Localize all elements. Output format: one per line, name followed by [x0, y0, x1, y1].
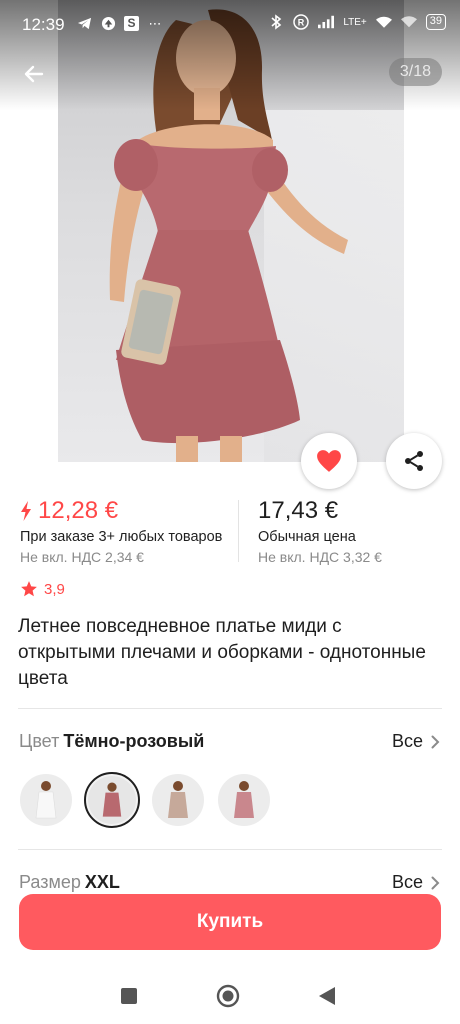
buy-button[interactable]: Купить [19, 894, 441, 950]
size-all-link[interactable]: Все [392, 872, 440, 893]
s-app-icon: S [124, 15, 139, 31]
wifi-secondary-icon [400, 14, 417, 30]
divider [18, 708, 442, 709]
roaming-icon: R [293, 14, 310, 30]
status-time: 12:39 [22, 15, 65, 34]
bluetooth-icon [268, 14, 284, 30]
color-swatches [18, 772, 272, 828]
more-notifications-icon: ⋯ [148, 15, 162, 31]
promo-condition: При заказе 3+ любых товаров [20, 529, 223, 545]
recent-apps-button[interactable] [117, 984, 141, 1008]
promo-vat: Не вкл. НДС 2,34 € [20, 549, 144, 565]
favorite-button[interactable] [301, 433, 357, 489]
regular-price: 17,43 € [258, 497, 339, 524]
svg-text:R: R [298, 18, 305, 28]
color-option-row[interactable]: Цвет Тёмно-розовый Все [0, 727, 460, 759]
swatch-thumbnail [88, 776, 136, 824]
star-icon [21, 581, 37, 597]
swatch-thumbnail [20, 774, 72, 826]
color-all-label: Все [391, 731, 423, 751]
regular-price-block: 17,43 € Обычная цена Не вкл. НДС 3,32 € [258, 496, 382, 567]
price-divider [238, 500, 239, 562]
signal-icon [318, 14, 335, 30]
swatch-thumbnail [218, 774, 270, 826]
product-title: Летнее повседневное платье миди с открыт… [18, 616, 426, 689]
size-value: XXL [84, 872, 120, 892]
heart-icon [317, 450, 341, 472]
color-swatch-dark-pink[interactable] [84, 772, 140, 828]
system-navigation-bar [0, 964, 460, 1024]
color-swatch-pink[interactable] [216, 772, 272, 828]
chevron-right-icon [431, 735, 440, 748]
circle-icon [216, 984, 240, 1008]
color-all-link[interactable]: Все [392, 731, 440, 752]
chevron-right-icon [431, 876, 440, 889]
square-icon [121, 988, 137, 1004]
size-all-label: Все [391, 872, 423, 892]
size-label: Размер [19, 872, 81, 892]
wifi-icon [375, 14, 392, 30]
product-rating[interactable]: 3,9 [20, 580, 65, 598]
lightning-icon [21, 501, 31, 521]
color-label: Цвет [19, 731, 60, 751]
share-button[interactable] [386, 433, 442, 489]
triangle-back-icon [319, 987, 335, 1005]
status-bar: 12:39 S ⋯ R LTE+ 39 [0, 0, 460, 50]
status-notification-icons: S ⋯ [76, 15, 163, 31]
regular-vat: Не вкл. НДС 3,32 € [258, 549, 382, 565]
promo-price-block: 12,28 € При заказе 3+ любых товаров Не в… [20, 496, 222, 567]
product-image-gallery[interactable]: 12:39 S ⋯ R LTE+ 39 3/18 [0, 0, 460, 462]
color-swatch-white[interactable] [18, 772, 74, 828]
color-value: Тёмно-розовый [63, 731, 205, 751]
telegram-icon [76, 15, 92, 31]
divider [18, 849, 442, 850]
share-icon [405, 451, 423, 471]
rating-value: 3,9 [44, 580, 65, 598]
arrow-left-icon [24, 65, 44, 83]
image-counter: 3/18 [388, 58, 442, 86]
regular-price-label: Обычная цена [258, 529, 356, 545]
network-type: LTE+ [343, 16, 367, 28]
color-swatch-beige[interactable] [150, 772, 206, 828]
price-section: 12,28 € При заказе 3+ любых товаров Не в… [0, 496, 460, 568]
direction-icon [100, 15, 116, 31]
battery-indicator: 39 [425, 14, 446, 30]
back-button[interactable] [18, 58, 50, 90]
swatch-thumbnail [152, 774, 204, 826]
promo-price: 12,28 € [38, 497, 119, 524]
status-system-icons: R LTE+ 39 [268, 14, 446, 30]
home-button[interactable] [216, 984, 240, 1008]
back-nav-button[interactable] [315, 984, 339, 1008]
